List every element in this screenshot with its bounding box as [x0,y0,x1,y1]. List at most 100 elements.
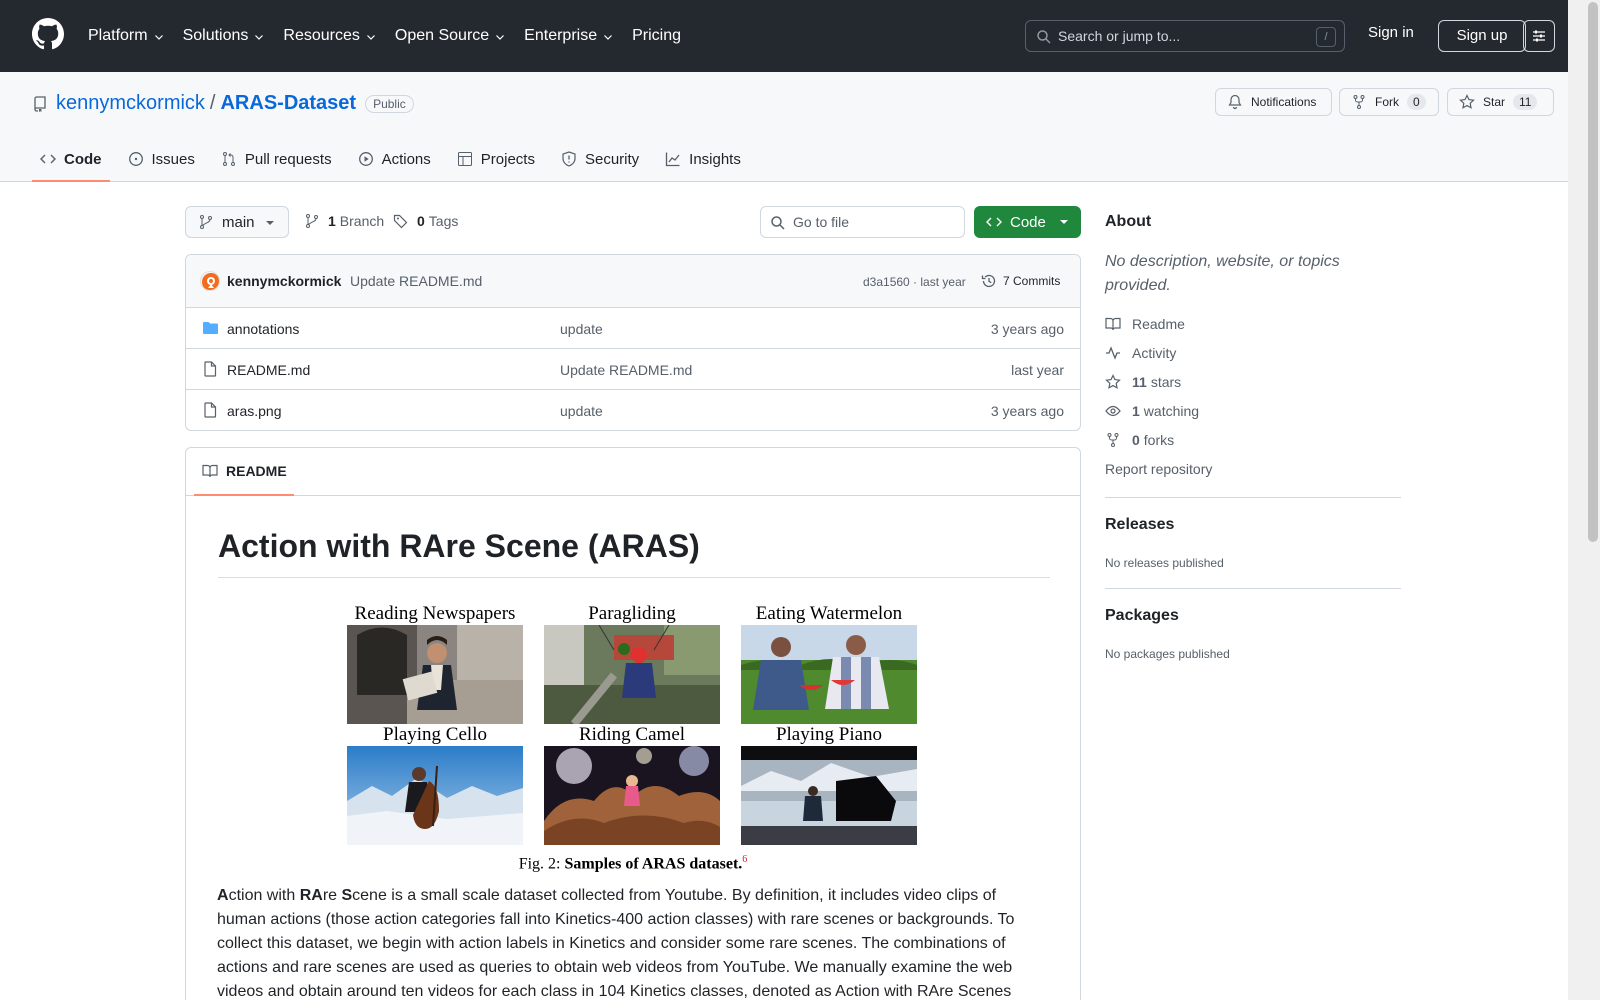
star-icon [1105,374,1121,389]
commits-history-link[interactable]: 7 Commits [981,273,1060,289]
caret-down-icon [1060,220,1068,224]
repo-separator: / [209,92,216,114]
nav-pricing[interactable]: Pricing [632,27,681,45]
tab-code[interactable]: Code [32,138,110,182]
repo-tabs: Code Issues Pull requests Actions Projec… [32,138,759,182]
fork-count: 0 [1407,94,1426,110]
tab-pull-requests[interactable]: Pull requests [213,138,340,180]
git-pull-request-icon [222,152,235,166]
notifications-button[interactable]: Notifications [1215,88,1332,116]
paragliding-image [544,625,720,724]
tab-insights[interactable]: Insights [657,138,749,180]
table-icon [457,152,472,166]
tab-projects[interactable]: Projects [449,138,543,180]
file-commit-message[interactable]: update [560,321,603,337]
readme-figure: Reading Newspapers Paragliding Eating Wa… [347,603,919,875]
chevron-down-icon [366,35,375,40]
readme-text-segment: re [322,887,342,904]
github-logo-icon[interactable] [32,18,64,50]
branch-selector-button[interactable]: main [185,206,289,238]
search-placeholder: Search or jump to... [1058,28,1181,44]
readme-text-segment: ction with [228,887,300,904]
commit-message-link[interactable]: Update README.md [350,273,482,289]
file-name-link[interactable]: annotations [227,321,299,337]
readme-paragraph: Action with RAre Scene is a small scale … [217,884,1049,1000]
commit-author-link[interactable]: kennymckormick [227,273,341,289]
code-dropdown-button[interactable]: Code [974,206,1081,238]
file-commit-message[interactable]: Update README.md [560,362,692,378]
notifications-label: Notifications [1251,95,1317,109]
nav-open-source[interactable]: Open Source [395,27,506,45]
about-description: No description, website, or topics provi… [1105,253,1340,294]
search-input[interactable]: Search or jump to... / [1025,20,1345,52]
report-repository-link[interactable]: Report repository [1105,461,1212,477]
file-browser: kennymckormick Update README.md d3a1560 … [185,254,1081,431]
readme-link[interactable]: Readme [1105,316,1185,332]
avatar[interactable] [200,271,220,291]
folder-icon [203,322,218,334]
file-commit-date: 3 years ago [990,321,1064,337]
nav-resources[interactable]: Resources [283,27,376,45]
sidebar-divider [1105,588,1401,589]
tag-count: 0 [417,213,425,229]
readme-tab-label: README [226,463,287,479]
tab-security-label: Security [584,150,640,168]
tab-actions[interactable]: Actions [350,138,439,180]
figure-label: Eating Watermelon [755,603,903,624]
file-commit-date: 3 years ago [990,403,1064,419]
sign-up-button[interactable]: Sign up [1438,20,1526,52]
repo-header: kennymckormick / ARAS-Dataset Public Not… [0,72,1568,182]
file-commit-message[interactable]: update [560,403,603,419]
settings-menu-button[interactable] [1523,20,1555,52]
nav-platform[interactable]: Platform [88,27,165,45]
play-icon [358,152,373,166]
go-to-file-input[interactable]: Go to file [760,206,965,238]
commit-hash-time[interactable]: d3a1560 · last year [863,275,966,289]
forks-link[interactable]: 0 forks [1105,432,1174,448]
tab-issues[interactable]: Issues [120,138,203,180]
file-name-link[interactable]: aras.png [227,403,281,419]
nav-solutions[interactable]: Solutions [183,27,266,45]
tab-actions-label: Actions [381,150,431,168]
readme-title: Action with RAre Scene (ARAS) [218,528,1050,578]
figure-label: Reading Newspapers [354,603,516,624]
file-row[interactable]: README.md Update README.md last year [186,349,1080,390]
file-row[interactable]: annotations update 3 years ago [186,308,1080,349]
star-button[interactable]: Star 11 [1447,88,1554,116]
nav-enterprise[interactable]: Enterprise [524,27,614,45]
scrollbar-thumb[interactable] [1588,2,1598,542]
watching-label: watching [1143,403,1200,419]
branches-link[interactable]: 1 Branch [304,213,384,229]
readme-tab[interactable]: README [194,448,294,496]
releases-heading[interactable]: Releases [1105,516,1174,534]
watching-link[interactable]: 1 watching [1105,403,1199,419]
star-count: 11 [1513,94,1538,110]
fork-label: Fork [1375,95,1399,109]
watching-count: 1 [1132,403,1140,419]
history-icon [981,274,996,288]
activity-link[interactable]: Activity [1105,345,1176,361]
tab-security[interactable]: Security [553,138,647,180]
nav-resources-label: Resources [283,27,360,44]
repo-name-link[interactable]: ARAS-Dataset [220,92,356,115]
star-label: Star [1483,95,1506,109]
repo-owner-link[interactable]: kennymckormick [56,92,205,115]
stars-label: stars [1150,374,1182,390]
tags-link[interactable]: 0 Tags [393,213,458,229]
latest-commit-bar: kennymckormick Update README.md d3a1560 … [186,255,1080,308]
star-icon [1459,94,1475,109]
sliders-icon [1533,30,1545,42]
packages-heading[interactable]: Packages [1105,607,1179,625]
repo-title: kennymckormick / ARAS-Dataset Public [32,92,414,115]
sign-in-link[interactable]: Sign in [1368,24,1414,41]
file-row[interactable]: aras.png update 3 years ago [186,390,1080,430]
pulse-icon [1106,346,1120,360]
graph-icon [666,152,680,167]
fork-button[interactable]: Fork 0 [1339,88,1439,116]
tab-code-label: Code [64,150,102,168]
stars-link[interactable]: 11 stars [1105,374,1181,390]
file-name-link[interactable]: README.md [227,362,310,378]
figure-label: Playing Cello [383,724,487,745]
nav-platform-label: Platform [88,27,148,44]
packages-empty-text: No packages published [1105,647,1230,661]
